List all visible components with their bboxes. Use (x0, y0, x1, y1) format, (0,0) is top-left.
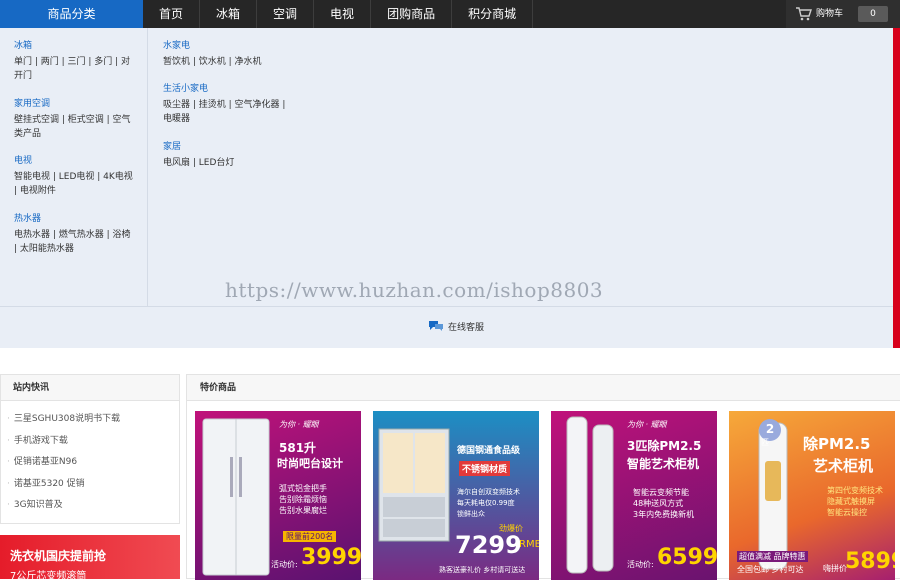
product-price: 5899 (845, 549, 895, 574)
divider (0, 306, 893, 307)
category-title[interactable]: 生活小家电 (163, 81, 293, 94)
category-links[interactable]: 电风扇 | LED台灯 (163, 156, 293, 170)
news-list: 三星SGHU308说明书下载 手机游戏下载 促销诺基亚N96 诺基亚5320 促… (1, 401, 179, 517)
product-footer: 熟客送豪礼价 乡村请可送达 (439, 566, 526, 574)
product-description: 智能云变频节能 48种送风方式 3年内免费换新机 (633, 488, 695, 519)
category-group: 家用空调 壁挂式空调 | 柜式空调 | 空气类产品 (14, 96, 136, 141)
product-brand: 为你 · 耀眼 (627, 420, 667, 429)
product-title-line2: 智能艺术柜机 (627, 457, 700, 471)
category-title[interactable]: 冰箱 (14, 38, 136, 51)
category-column-left: 冰箱 单门 | 两门 | 三门 | 多门 | 对开门 家用空调 壁挂式空调 | … (0, 28, 148, 306)
product-card[interactable]: 德国钢通食品级 不锈钢材质 海尔自创双变频技术 每天耗电仅0.99度 锁鲜出众 … (373, 411, 539, 580)
category-group: 热水器 电热水器 | 燃气热水器 | 浴椅 | 太阳能热水器 (14, 211, 136, 256)
category-title[interactable]: 家居 (163, 139, 293, 152)
news-item[interactable]: 促销诺基亚N96 (7, 452, 179, 474)
category-group: 电视 智能电视 | LED电视 | 4K电视 | 电视附件 (14, 153, 136, 198)
nav-aircon[interactable]: 空调 (257, 0, 315, 28)
cart-label: 购物车 (816, 9, 844, 19)
top-navigation: 商品分类 首页 冰箱 空调 电视 团购商品 积分商城 购物车 0 (0, 0, 900, 28)
side-accent-bar (893, 28, 900, 348)
product-description: 海尔自创双变频技术 每天耗电仅0.99度 锁鲜出众 (457, 488, 520, 518)
product-footer: 全国包邮 乡村可达 (737, 565, 804, 574)
product-hp-unit: 匹 (761, 438, 769, 447)
cart-icon (796, 7, 812, 21)
nav-home[interactable]: 首页 (143, 0, 201, 28)
price-unit: RMB (519, 539, 539, 550)
product-title-line1: 除PM2.5 (803, 435, 871, 453)
category-group: 水家电 暂饮机 | 饮水机 | 净水机 (163, 38, 293, 69)
category-group: 冰箱 单门 | 两门 | 三门 | 多门 | 对开门 (14, 38, 136, 83)
category-links[interactable]: 智能电视 | LED电视 | 4K电视 | 电视附件 (14, 170, 136, 198)
category-menu-button[interactable]: 商品分类 (0, 0, 143, 28)
news-title: 站内快讯 (1, 375, 179, 401)
category-links[interactable]: 暂饮机 | 饮水机 | 净水机 (163, 55, 293, 69)
product-title-line1: 德国钢通食品级 (457, 446, 521, 456)
nav-fridge[interactable]: 冰箱 (200, 0, 258, 28)
price-label: 活动价: (271, 560, 298, 569)
product-title-line2: 时尚吧台设计 (277, 457, 343, 470)
product-title-line2: 艺术柜机 (813, 457, 874, 475)
category-title[interactable]: 电视 (14, 153, 136, 166)
category-links[interactable]: 单门 | 两门 | 三门 | 多门 | 对开门 (14, 55, 136, 83)
category-links[interactable]: 吸尘器 | 挂烫机 | 空气净化器 | 电暖器 (163, 98, 293, 126)
price-label: 活动价: (627, 560, 654, 569)
news-panel: 站内快讯 三星SGHU308说明书下载 手机游戏下载 促销诺基亚N96 诺基亚5… (0, 374, 180, 524)
category-title[interactable]: 热水器 (14, 211, 136, 224)
fridge-image (378, 428, 450, 542)
category-links[interactable]: 壁挂式空调 | 柜式空调 | 空气类产品 (14, 113, 136, 141)
product-title-line1: 581升 (279, 441, 317, 455)
nav-tv[interactable]: 电视 (314, 0, 372, 28)
nav-points-mall[interactable]: 积分商城 (452, 0, 534, 28)
main-nav: 首页 冰箱 空调 电视 团购商品 积分商城 (143, 0, 534, 28)
category-title[interactable]: 水家电 (163, 38, 293, 51)
category-group: 生活小家电 吸尘器 | 挂烫机 | 空气净化器 | 电暖器 (163, 81, 293, 126)
promo-headline: 洗衣机国庆提前抢 (10, 549, 107, 563)
product-card[interactable]: 为你 · 耀眼 581升 时尚吧台设计 弧式铝金把手 告别除霜烦恼 告别水果腐烂… (195, 411, 361, 580)
special-products-panel: 特价商品 为你 · 耀眼 581升 时尚吧台设计 弧式铝金把手 告别除霜烦恼 告… (186, 374, 900, 580)
product-price: 7299 (455, 531, 522, 559)
online-service-label: 在线客服 (448, 322, 485, 333)
category-dropdown: 冰箱 单门 | 两门 | 三门 | 多门 | 对开门 家用空调 壁挂式空调 | … (0, 28, 893, 348)
product-description: 弧式铝金把手 告别除霜烦恼 告别水果腐烂 (279, 484, 327, 515)
product-price: 3999 (301, 545, 361, 570)
product-badge: 限量前200名 (283, 531, 337, 542)
air-conditioner-image (566, 416, 614, 574)
product-card[interactable]: 3匹除PM2.5 智能艺术柜机 智能云变频节能 48种送风方式 3年内免费换新机… (551, 411, 717, 580)
product-title-line1: 3匹除PM2.5 (627, 439, 702, 453)
product-price: 6599 (657, 545, 717, 570)
news-item[interactable]: 3G知识普及 (7, 495, 179, 517)
promo-subline: 7公斤芯变频滚筒 (10, 571, 87, 579)
news-item[interactable]: 三星SGHU308说明书下载 (7, 409, 179, 431)
news-item[interactable]: 诺基亚5320 促销 (7, 474, 179, 496)
cart-button[interactable]: 购物车 0 (786, 0, 900, 28)
price-label: 嗨拼价 (823, 564, 847, 573)
product-title-line2: 不锈钢材质 (459, 461, 511, 476)
nav-group-buy[interactable]: 团购商品 (371, 0, 453, 28)
product-description: 第四代变频技术 隐藏式触摸屏 智能云操控 (827, 486, 883, 517)
news-item[interactable]: 手机游戏下载 (7, 431, 179, 453)
product-badge: 超值满减 品牌特惠 (737, 551, 808, 562)
watermark: https://www.huzhan.com/ishop8803 (225, 278, 604, 302)
chat-bubble-icon (429, 321, 443, 331)
online-service-link[interactable]: 在线客服 (428, 318, 484, 334)
category-title[interactable]: 家用空调 (14, 96, 136, 109)
product-brand: 为你 · 耀眼 (279, 420, 319, 429)
category-group: 家居 电风扇 | LED台灯 (163, 139, 293, 170)
cart-count-badge: 0 (858, 6, 888, 22)
fridge-image (202, 418, 270, 576)
special-products-title: 特价商品 (187, 375, 900, 401)
washer-promo-banner[interactable]: 洗衣机国庆提前抢 7公斤芯变频滚筒 (0, 535, 180, 579)
category-links[interactable]: 电热水器 | 燃气热水器 | 浴椅 | 太阳能热水器 (14, 228, 136, 256)
product-card[interactable]: 2 匹 除PM2.5 艺术柜机 第四代变频技术 隐藏式触摸屏 智能云操控 超值满… (729, 411, 895, 580)
